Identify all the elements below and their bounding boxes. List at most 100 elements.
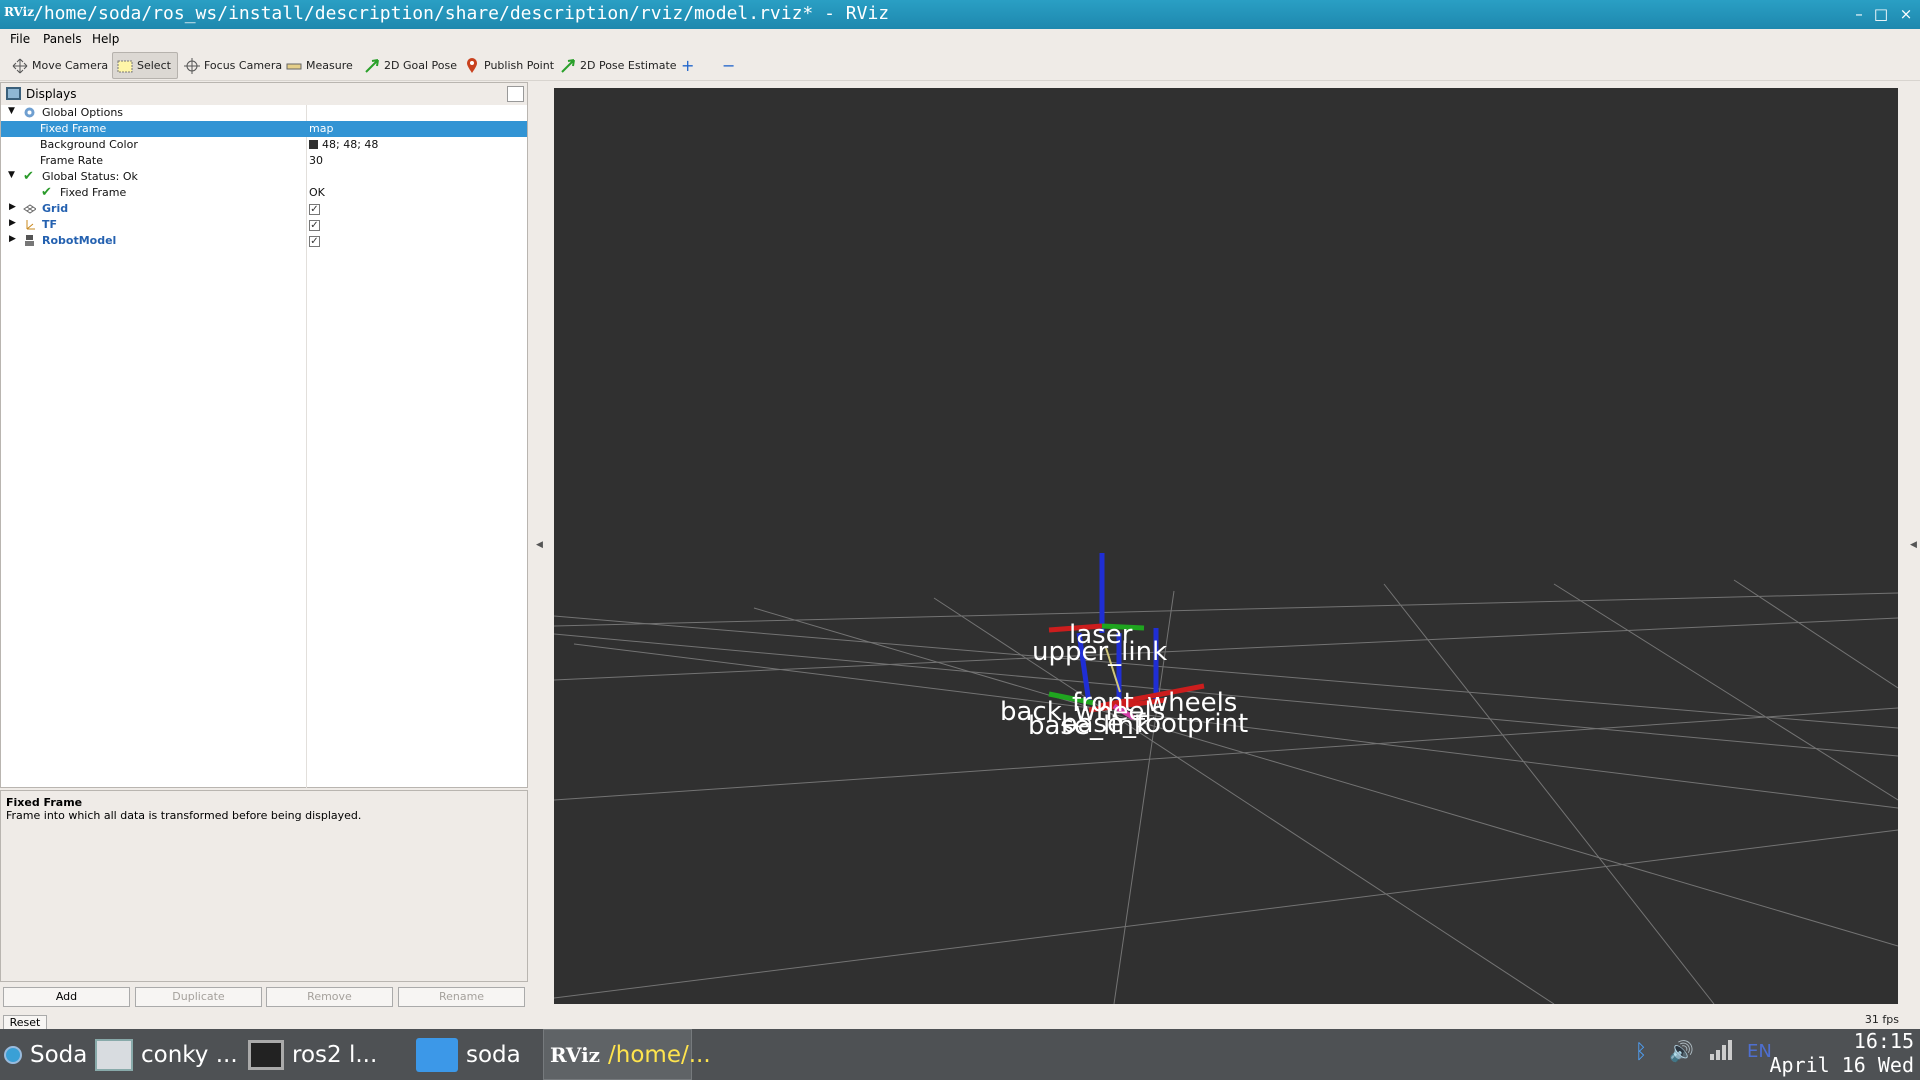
status-value: OK	[309, 186, 325, 199]
taskbar-item-files[interactable]: soda	[416, 1029, 521, 1080]
network-signal-icon[interactable]	[1709, 1039, 1735, 1066]
menu-panels[interactable]: Panels	[43, 32, 82, 46]
rename-display-button[interactable]: Rename	[398, 987, 525, 1007]
tools-toolbar: Move Camera Select Focus Camera Measure …	[0, 49, 1920, 81]
green-arrow-icon	[560, 58, 576, 74]
bluetooth-icon[interactable]: ᛒ	[1635, 1039, 1647, 1063]
ground-grid	[554, 579, 1898, 1004]
displays-panel-title: Displays	[26, 87, 77, 101]
menu-file[interactable]: File	[10, 32, 30, 46]
tree-row-global-status[interactable]: ▼ ✔ Global Status: Ok	[1, 169, 527, 185]
gear-icon	[23, 106, 36, 119]
grid-enable-checkbox[interactable]: ✓	[309, 202, 320, 215]
duplicate-display-button[interactable]: Duplicate	[135, 987, 262, 1007]
fps-counter: 31 fps	[1864, 1013, 1899, 1026]
add-display-button[interactable]: Add	[3, 987, 130, 1007]
3d-viewport[interactable]: laser upper_link back_wheels front_wheel…	[554, 88, 1898, 1004]
clock[interactable]: 16:15 April 16 Wed	[1770, 1029, 1915, 1077]
window-icon	[95, 1038, 133, 1071]
taskbar-label: conky ...	[141, 1041, 238, 1068]
displays-panel-header: Displays	[1, 83, 527, 105]
collapsed-arrow-icon[interactable]: ▶	[9, 202, 16, 212]
move-camera-tool[interactable]: Move Camera	[8, 52, 112, 79]
plus-icon: +	[681, 56, 695, 75]
move-camera-label: Move Camera	[32, 59, 109, 72]
goal-pose-label: 2D Goal Pose	[384, 59, 457, 72]
taskbar-label: soda	[466, 1041, 521, 1068]
taskbar-label: ros2 l...	[292, 1041, 378, 1068]
tree-row-background-color[interactable]: Background Color 48; 48; 48	[1, 137, 527, 153]
goal-pose-tool[interactable]: 2D Goal Pose	[360, 52, 461, 79]
focus-camera-label: Focus Camera	[204, 59, 283, 72]
taskbar-start-menu[interactable]: Soda	[4, 1029, 87, 1080]
menu-help[interactable]: Help	[92, 32, 119, 46]
terminal-icon	[248, 1039, 284, 1070]
tree-label: Grid	[42, 202, 69, 215]
start-orb-icon	[4, 1045, 22, 1064]
tree-label: Global Options	[42, 106, 124, 119]
map-pin-icon	[464, 57, 480, 74]
pose-estimate-label: 2D Pose Estimate	[580, 59, 677, 72]
system-taskbar: Soda conky ... ros2 l... soda RViz /home…	[0, 1029, 1920, 1080]
tree-label: TF	[42, 218, 58, 231]
panel-float-button[interactable]	[507, 86, 524, 102]
minimize-button[interactable]: –	[1850, 5, 1868, 23]
volume-icon[interactable]: 🔊	[1669, 1039, 1694, 1063]
remove-tool-button[interactable]: −	[718, 52, 739, 79]
expanded-arrow-icon[interactable]: ▼	[8, 106, 15, 116]
displays-tree: ▼ Global Options Fixed Frame map Backgro…	[1, 105, 527, 249]
background-color-value[interactable]: 48; 48; 48	[309, 138, 378, 151]
tree-label: Fixed Frame	[40, 122, 107, 135]
axes-icon	[23, 218, 36, 231]
tree-row-global-options[interactable]: ▼ Global Options	[1, 105, 527, 121]
frame-label-base-footprint: base_footprint	[1061, 709, 1249, 739]
green-arrow-icon	[364, 58, 380, 74]
keyboard-layout-indicator[interactable]: EN	[1747, 1041, 1772, 1062]
tree-row-robot-model[interactable]: ▶ RobotModel ✓	[1, 233, 527, 249]
monitor-icon	[6, 87, 21, 100]
tree-row-grid[interactable]: ▶ Grid ✓	[1, 201, 527, 217]
frame-rate-value[interactable]: 30	[309, 154, 323, 167]
robot-icon	[23, 234, 36, 247]
fixed-frame-value[interactable]: map	[309, 122, 333, 135]
tree-row-status-fixed-frame[interactable]: ✔ Fixed Frame OK	[1, 185, 527, 201]
tree-label: Global Status: Ok	[42, 170, 138, 183]
remove-display-button[interactable]: Remove	[266, 987, 393, 1007]
tree-row-tf[interactable]: ▶ TF ✓	[1, 217, 527, 233]
taskbar-label: Soda	[30, 1041, 88, 1068]
collapse-right-arrow-icon[interactable]: ◀	[1910, 540, 1917, 550]
tree-row-frame-rate[interactable]: Frame Rate 30	[1, 153, 527, 169]
taskbar-label: /home/...	[608, 1041, 711, 1068]
collapsed-arrow-icon[interactable]: ▶	[9, 218, 16, 228]
rviz-logo-icon: RViz	[4, 5, 35, 19]
add-tool-button[interactable]: +	[677, 52, 698, 79]
scene-canvas	[554, 553, 1898, 1004]
collapsed-arrow-icon[interactable]: ▶	[9, 234, 16, 244]
help-title: Fixed Frame	[6, 796, 83, 809]
clock-date: April 16 Wed	[1769, 1053, 1915, 1077]
taskbar-item-rviz[interactable]: RViz /home/...	[543, 1029, 711, 1080]
taskbar-item-terminal[interactable]: ros2 l...	[248, 1029, 377, 1080]
pose-estimate-tool[interactable]: 2D Pose Estimate	[556, 52, 681, 79]
displays-panel: Displays ▼ Global Options Fixed Frame ma…	[0, 82, 528, 788]
close-button[interactable]: ×	[1897, 5, 1915, 23]
measure-label: Measure	[306, 59, 353, 72]
expanded-arrow-icon[interactable]: ▼	[8, 170, 15, 180]
tree-label: Fixed Frame	[60, 186, 127, 199]
property-help-panel: Fixed Frame Frame into which all data is…	[0, 790, 528, 982]
collapse-left-arrow-icon[interactable]: ◀	[536, 540, 543, 550]
publish-point-tool[interactable]: Publish Point	[460, 52, 558, 79]
select-tool[interactable]: Select	[112, 52, 178, 79]
focus-camera-tool[interactable]: Focus Camera	[180, 52, 286, 79]
measure-tool[interactable]: Measure	[282, 52, 357, 79]
taskbar-item-conky[interactable]: conky ...	[95, 1029, 238, 1080]
robot-model-enable-checkbox[interactable]: ✓	[309, 234, 320, 247]
select-box-icon	[117, 58, 133, 74]
minus-icon: −	[722, 56, 736, 75]
grid-icon	[23, 202, 37, 215]
tree-row-fixed-frame[interactable]: Fixed Frame map	[1, 121, 527, 137]
checkmark-icon: ✔	[41, 185, 52, 200]
tf-enable-checkbox[interactable]: ✓	[309, 218, 320, 231]
window-title: /home/soda/ros_ws/install/description/sh…	[33, 3, 890, 24]
maximize-button[interactable]: □	[1872, 5, 1890, 23]
